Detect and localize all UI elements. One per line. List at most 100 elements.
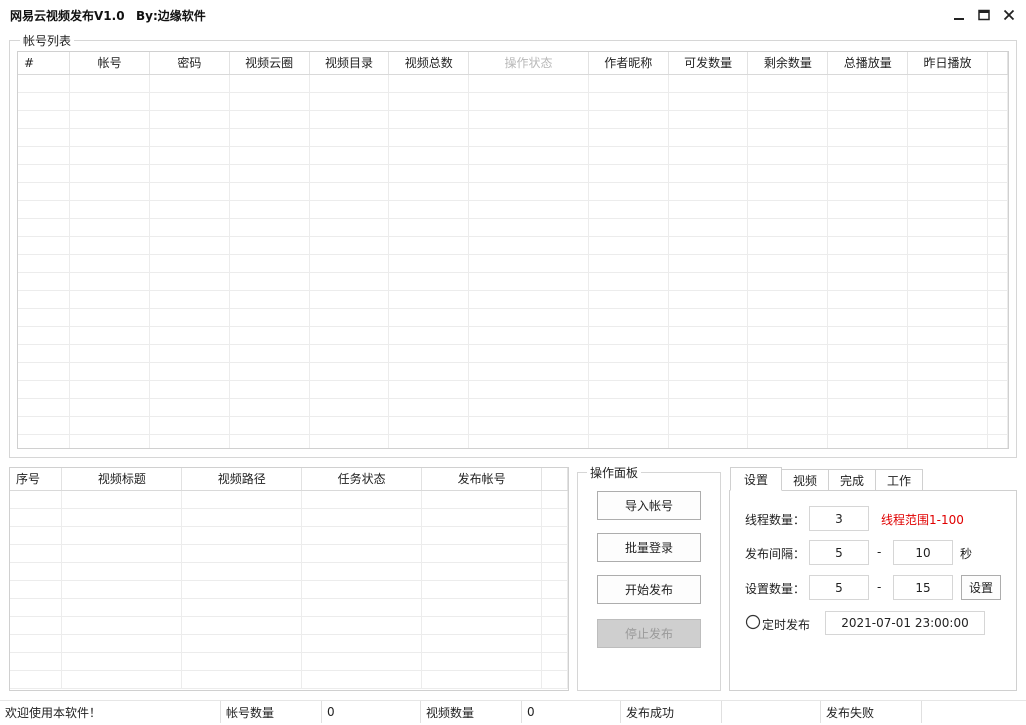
table-row[interactable]	[18, 290, 1008, 309]
table-row[interactable]	[18, 236, 1008, 255]
table-cell	[588, 218, 669, 237]
table-cell	[149, 200, 230, 219]
table-row[interactable]	[18, 128, 1008, 147]
table-row[interactable]	[10, 580, 568, 599]
table-row[interactable]	[10, 490, 568, 509]
minimize-icon	[954, 18, 964, 20]
table-row[interactable]	[18, 92, 1008, 111]
table-cell	[588, 236, 669, 255]
col-publish-account[interactable]: 发布帐号	[421, 468, 543, 491]
table-row[interactable]	[10, 616, 568, 635]
table-row[interactable]	[10, 562, 568, 581]
stop-publish-button[interactable]: 停止发布	[597, 619, 701, 648]
count-min-field[interactable]: 5	[809, 575, 869, 600]
table-cell	[747, 344, 829, 363]
task-table[interactable]: 序号 视频标题 视频路径 任务状态 发布帐号	[9, 467, 569, 691]
table-cell	[541, 634, 568, 653]
schedule-datetime-field[interactable]: 2021-07-01 23:00:00	[825, 611, 985, 635]
col-remaining[interactable]: 剩余数量	[747, 52, 829, 75]
table-cell	[827, 200, 909, 219]
interval-min-field[interactable]: 5	[809, 540, 869, 565]
col-video-total[interactable]: 视频总数	[388, 52, 470, 75]
start-publish-button[interactable]: 开始发布	[597, 575, 701, 604]
col-seq[interactable]: 序号	[10, 468, 63, 491]
table-cell	[10, 652, 63, 671]
table-cell	[18, 218, 71, 237]
table-row[interactable]	[18, 326, 1008, 345]
batch-login-button[interactable]: 批量登录	[597, 533, 701, 562]
tab-settings[interactable]: 设置	[730, 467, 782, 491]
table-cell	[907, 218, 988, 237]
table-row[interactable]	[18, 362, 1008, 381]
table-cell	[149, 254, 230, 273]
col-available[interactable]: 可发数量	[668, 52, 749, 75]
table-row[interactable]	[18, 434, 1008, 448]
table-cell	[588, 200, 669, 219]
col-password[interactable]: 密码	[149, 52, 230, 75]
table-cell	[747, 74, 829, 93]
thread-count-field[interactable]: 3	[809, 506, 869, 531]
col-video-path[interactable]: 视频路径	[181, 468, 303, 491]
table-row[interactable]	[18, 146, 1008, 165]
table-row[interactable]	[18, 218, 1008, 237]
table-cell	[181, 652, 303, 671]
table-cell	[181, 508, 303, 527]
table-cell	[827, 398, 909, 417]
col-video-title[interactable]: 视频标题	[61, 468, 183, 491]
table-cell	[827, 434, 909, 448]
table-cell	[468, 92, 589, 111]
maximize-button[interactable]	[972, 4, 996, 26]
table-row[interactable]	[10, 598, 568, 617]
table-cell	[468, 398, 589, 417]
table-row[interactable]	[10, 544, 568, 563]
table-cell	[301, 526, 423, 545]
minimize-button[interactable]	[947, 4, 971, 26]
table-row[interactable]	[10, 670, 568, 689]
col-op-status[interactable]: 操作状态	[468, 52, 589, 75]
tab-video[interactable]: 视频	[781, 469, 829, 490]
col-index[interactable]: #	[18, 52, 71, 75]
close-button[interactable]	[997, 4, 1021, 26]
count-set-button[interactable]: 设置	[961, 575, 1001, 600]
col-account[interactable]: 帐号	[69, 52, 151, 75]
table-row[interactable]	[18, 272, 1008, 291]
col-task-status[interactable]: 任务状态	[301, 468, 423, 491]
account-table-header: # 帐号 密码 视频云圈 视频目录 视频总数 操作状态 作者昵称 可发数量 剩余…	[18, 52, 1008, 75]
account-table[interactable]: # 帐号 密码 视频云圈 视频目录 视频总数 操作状态 作者昵称 可发数量 剩余…	[17, 51, 1009, 449]
col-video-dir[interactable]: 视频目录	[309, 52, 390, 75]
table-cell	[907, 344, 988, 363]
table-cell	[468, 272, 589, 291]
table-row[interactable]	[18, 182, 1008, 201]
table-row[interactable]	[10, 526, 568, 545]
col-author-nick[interactable]: 作者昵称	[588, 52, 669, 75]
table-cell	[69, 272, 151, 291]
table-row[interactable]	[18, 416, 1008, 435]
table-cell	[468, 254, 589, 273]
table-row[interactable]	[18, 200, 1008, 219]
table-cell	[541, 580, 568, 599]
table-row[interactable]	[10, 652, 568, 671]
table-row[interactable]	[18, 74, 1008, 93]
tab-work[interactable]: 工作	[875, 469, 923, 490]
col-yesterday-plays[interactable]: 昨日播放	[907, 52, 988, 75]
table-row[interactable]	[18, 308, 1008, 327]
table-row[interactable]	[18, 398, 1008, 417]
col-video-circle[interactable]: 视频云圈	[229, 52, 310, 75]
schedule-label[interactable]: 定时发布	[762, 616, 810, 633]
table-cell	[181, 670, 303, 689]
table-row[interactable]	[18, 254, 1008, 273]
table-row[interactable]	[18, 110, 1008, 129]
col-total-plays[interactable]: 总播放量	[827, 52, 909, 75]
table-row[interactable]	[10, 634, 568, 653]
interval-max-field[interactable]: 10	[893, 540, 953, 565]
tab-complete[interactable]: 完成	[828, 469, 876, 490]
table-row[interactable]	[18, 344, 1008, 363]
table-row[interactable]	[10, 508, 568, 527]
table-cell	[987, 434, 1008, 448]
import-accounts-button[interactable]: 导入帐号	[597, 491, 701, 520]
table-row[interactable]	[18, 164, 1008, 183]
schedule-radio[interactable]	[745, 614, 761, 630]
table-cell	[668, 92, 749, 111]
table-row[interactable]	[18, 380, 1008, 399]
count-max-field[interactable]: 15	[893, 575, 953, 600]
